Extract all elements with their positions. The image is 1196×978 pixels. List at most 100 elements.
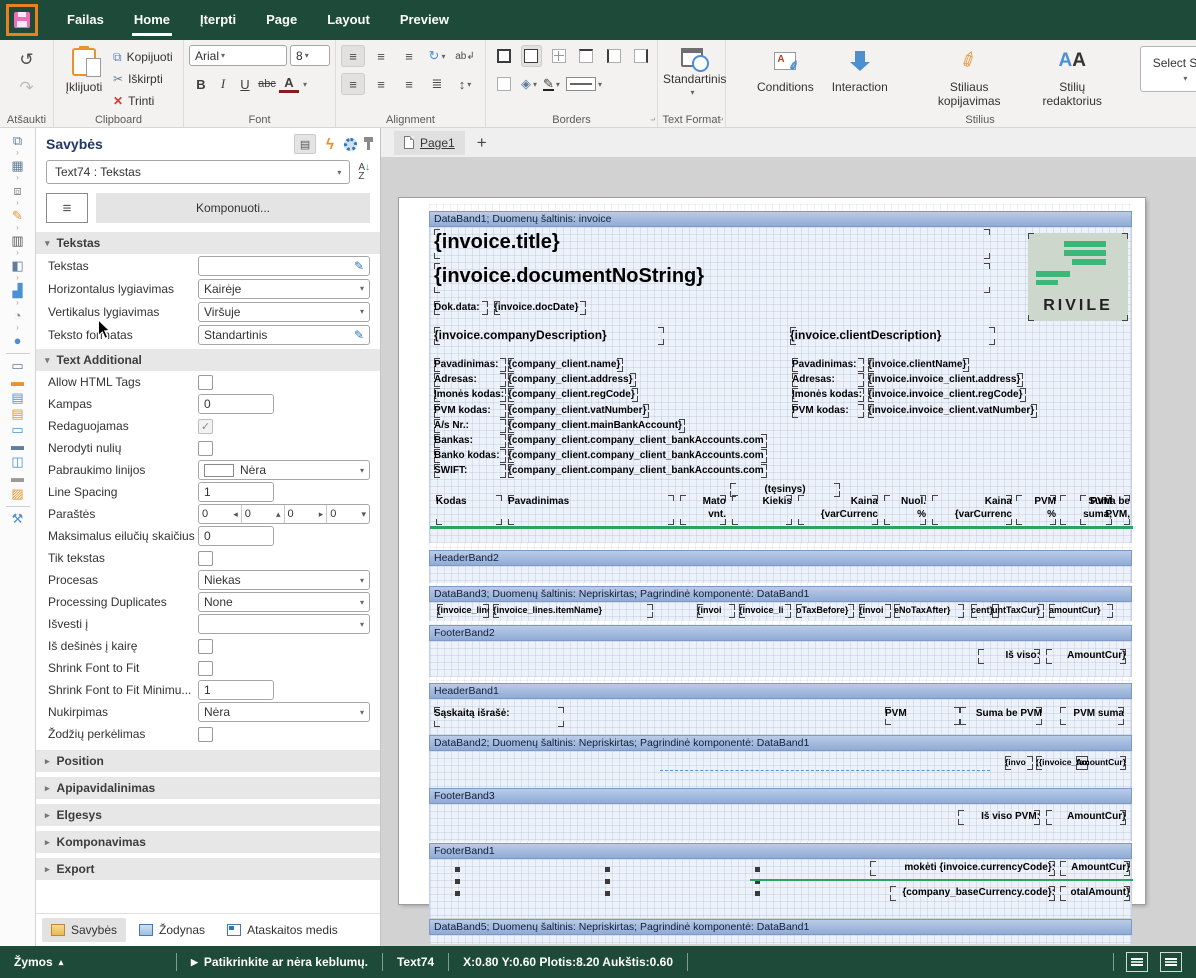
property-margins-paraštės[interactable]: 0◂0▴0▸0▾ — [198, 504, 370, 524]
style-editor-button[interactable]: AA Stilių redaktorius — [1033, 46, 1112, 108]
fill-color-button[interactable]: ◈▾ — [521, 76, 537, 92]
company-field-label[interactable]: Banko kodas: — [434, 449, 506, 463]
band-title-databand5[interactable]: DataBand5; Duomenų šaltinis: Nepriskirta… — [429, 919, 1132, 935]
property-edit-tekstas[interactable]: ✎ — [198, 256, 370, 276]
menu-item-page[interactable]: Page — [251, 0, 312, 40]
delete-button[interactable]: ✕Trinti — [109, 90, 177, 111]
line-spacing-button[interactable]: ↕▾ — [453, 73, 477, 95]
properties-view-toggle[interactable]: ▤ — [294, 134, 316, 154]
menu-item-preview[interactable]: Preview — [385, 0, 464, 40]
property-input-maksimalus-eilučių-skaičius[interactable]: 0 — [198, 526, 274, 546]
align-bottom-button[interactable]: ≡ — [397, 45, 421, 67]
band-body-headerband2[interactable] — [429, 566, 1132, 583]
sort-properties-icon[interactable]: A↓Z — [358, 163, 370, 181]
client-field-label[interactable]: Įmonės kodas: — [792, 388, 864, 402]
base-currency-label[interactable]: {company_baseCurrency.code}: — [890, 886, 1055, 901]
shape-component-icon[interactable]: ⧈› — [6, 183, 30, 208]
doc-date-label[interactable]: Dok.data: — [434, 301, 488, 315]
cut-button[interactable]: ✂Iškirpti — [109, 69, 177, 90]
property-select-nukirpimas[interactable]: Nėra▾ — [198, 702, 370, 722]
text-rotate-button[interactable]: ↻▾ — [425, 45, 449, 67]
map-component-icon[interactable]: ● — [6, 333, 30, 349]
expand-chevron-icon[interactable]: › — [16, 149, 19, 158]
expand-chevron-icon[interactable]: › — [16, 299, 19, 308]
child-band-icon[interactable]: ▬ — [6, 470, 30, 486]
page-footer-band-icon[interactable]: ▬ — [6, 438, 30, 454]
client-field-value[interactable]: {invoice.clientName} — [868, 358, 969, 372]
gauge-component-icon[interactable]: ◔› — [6, 308, 30, 333]
section-header-text-additional[interactable]: ▾Text Additional — [36, 349, 380, 371]
total-label[interactable]: Iš viso: — [978, 649, 1040, 664]
client-field-value[interactable]: {invoice.invoice_client.vatNumber} — [868, 404, 1037, 418]
expand-chevron-icon[interactable]: › — [16, 324, 19, 333]
border-left-button[interactable] — [603, 45, 625, 67]
header-band-icon[interactable]: ▤ — [6, 390, 30, 406]
property-select-horizontalus-lygiavimas[interactable]: Kairėje▾ — [198, 279, 370, 299]
edit-pencil-icon[interactable]: ✎ — [354, 328, 364, 342]
company-description-field[interactable]: {invoice.companyDescription} — [434, 327, 664, 345]
section-header-elgesys[interactable]: ▸Elgesys — [36, 804, 380, 826]
total-vat-label[interactable]: Iš viso PVM: — [958, 810, 1040, 825]
edit-pencil-icon[interactable]: ✎ — [354, 259, 364, 273]
text-format-dialog-launcher[interactable]: ⌐ — [718, 115, 723, 125]
expand-chevron-icon[interactable]: › — [16, 274, 19, 283]
copy-button[interactable]: ⧉Kopijuoti — [109, 47, 177, 68]
band-title-databand3[interactable]: DataBand3; Duomenų šaltinis: Nepriskirta… — [429, 586, 1132, 602]
table-column-header[interactable]: Mato vnt. — [680, 495, 726, 525]
company-field-value[interactable]: {company_client.company_client_bankAccou… — [508, 449, 767, 463]
company-field-value[interactable]: {company_client.vatNumber} — [508, 404, 649, 418]
page-header-band-icon[interactable]: ▬ — [6, 374, 30, 390]
property-checkbox-allow-html-tags[interactable] — [198, 375, 213, 390]
issued-by-label[interactable]: Sąskaitą išrašė: — [434, 707, 564, 727]
margin-cell[interactable]: 0▴ — [242, 505, 285, 523]
style-copy-button[interactable]: ✐ Stiliaus kopijavimas — [932, 46, 1007, 108]
property-checkbox-redaguojamas[interactable]: ✓ — [198, 419, 213, 434]
band-body-headerband1[interactable]: Sąskaitą išrašė: PVM Suma be PVM PVM sum… — [429, 699, 1132, 735]
component-selector[interactable]: Text74 : Tekstas ▾ — [46, 160, 350, 184]
save-button[interactable] — [6, 4, 38, 36]
border-color-button[interactable]: ✎▾ — [543, 78, 560, 91]
expand-chevron-icon[interactable]: › — [16, 224, 19, 233]
table-column-header[interactable]: Suma be PVM, — [1080, 495, 1130, 525]
property-checkbox-iš-dešinės-į-kairę[interactable] — [198, 639, 213, 654]
paste-button[interactable]: Įklijuoti — [59, 45, 109, 111]
expand-chevron-icon[interactable]: › — [16, 174, 19, 183]
section-header-export[interactable]: ▸Export — [36, 858, 380, 880]
interaction-button[interactable]: Interaction — [832, 46, 888, 94]
client-field-value[interactable]: {invoice.invoice_client.regCode} — [868, 388, 1026, 402]
line-field[interactable]: oTaxBefore} — [796, 604, 854, 618]
settings-gear-icon[interactable] — [344, 138, 357, 151]
company-field-label[interactable]: SWIFT: — [434, 464, 506, 478]
tools-icon[interactable]: ⚒ — [6, 511, 30, 527]
property-edit-teksto-formatas[interactable]: Standartinis✎ — [198, 325, 370, 345]
menu-item-home[interactable]: Home — [119, 0, 185, 40]
table-component-icon[interactable]: ▦› — [6, 158, 30, 183]
font-color-button[interactable]: A — [279, 76, 299, 93]
company-field-label[interactable]: Pavadinimas: — [434, 358, 506, 372]
line-field[interactable]: {invoi — [697, 604, 735, 618]
property-input-shrink-font-to-fit-minimu[interactable]: 1 — [198, 680, 274, 700]
expand-chevron-icon[interactable]: › — [16, 199, 19, 208]
redo-button[interactable]: ↷ — [12, 75, 42, 101]
table-column-header[interactable]: Pavadinimas — [508, 495, 674, 525]
property-select-pabraukimo-linijos[interactable]: Nėra▾ — [198, 460, 370, 480]
property-checkbox-tik-tekstas[interactable] — [198, 551, 213, 566]
report-summary-band-icon[interactable]: ◫ — [6, 454, 30, 470]
footer-band-icon[interactable]: ▭ — [6, 422, 30, 438]
band-body-databand5[interactable] — [429, 935, 1132, 944]
italic-button[interactable]: I — [213, 74, 233, 94]
property-checkbox-shrink-font-to-fit[interactable] — [198, 661, 213, 676]
text-format-button[interactable]: Standartinis ▾ — [663, 48, 720, 97]
band-body-footerband2[interactable]: Iš viso: AmountCur} — [429, 641, 1132, 677]
pin-panel-icon[interactable] — [367, 142, 370, 150]
fit-page-height-button[interactable] — [1160, 952, 1182, 972]
border-top-button[interactable] — [576, 45, 598, 67]
data-band-icon[interactable]: ▤ — [6, 406, 30, 422]
section-header-apipavidalinimas[interactable]: ▸Apipavidalinimas — [36, 777, 380, 799]
payable-label[interactable]: mokėti {invoice.currencyCode}: — [870, 861, 1055, 876]
table-column-header[interactable]: Kaina {varCurrenc — [932, 495, 1012, 525]
company-field-value[interactable]: {company_client.regCode} — [508, 388, 638, 402]
property-input-kampas[interactable]: 0 — [198, 394, 274, 414]
margin-cell[interactable]: 0▾ — [327, 505, 369, 523]
line-field[interactable]: {invoice_li — [739, 604, 791, 618]
